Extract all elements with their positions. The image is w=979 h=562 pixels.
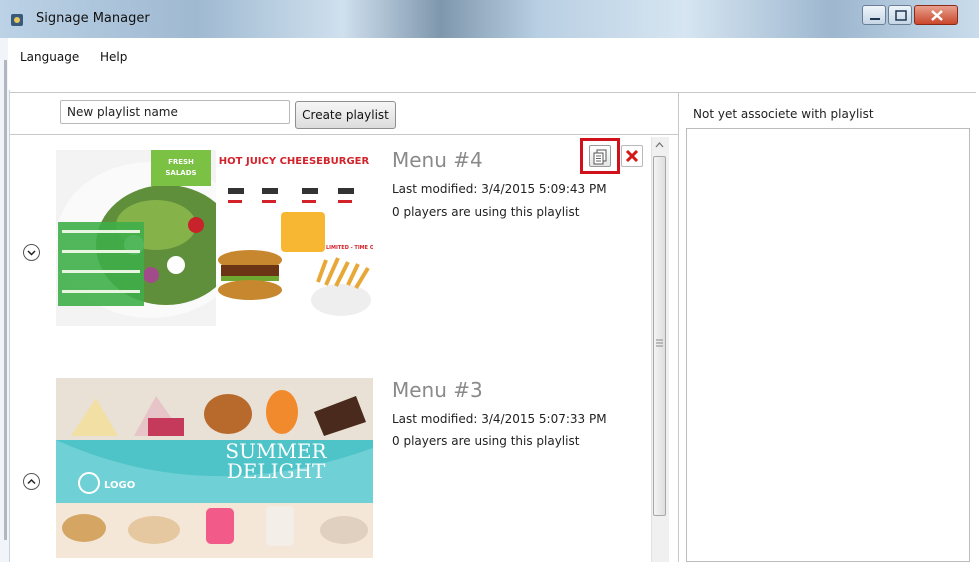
app-icon — [10, 12, 24, 26]
svg-text:HOT JUICY CHEESEBURGER: HOT JUICY CHEESEBURGER — [219, 156, 370, 167]
maximize-button[interactable] — [888, 5, 912, 25]
unassociated-header: Not yet associete with playlist — [693, 107, 874, 121]
svg-text:FRESH: FRESH — [168, 158, 194, 166]
divider — [10, 134, 678, 135]
chevron-up-icon — [27, 478, 36, 485]
playlist-players: 0 players are using this playlist — [392, 434, 580, 448]
menu-help[interactable]: Help — [100, 50, 127, 64]
playlist-name-input[interactable] — [60, 100, 290, 124]
menu-bar — [8, 38, 971, 90]
playlist-name: Menu #4 — [392, 148, 483, 172]
delete-button[interactable] — [621, 145, 643, 167]
minimize-icon — [870, 18, 880, 20]
delete-icon — [625, 149, 639, 163]
playlist-thumbnail[interactable]: SUMMER DELIGHT LOGO — [56, 378, 373, 558]
svg-text:LOGO: LOGO — [104, 480, 135, 491]
collapse-button[interactable] — [23, 473, 40, 490]
playlist-players: 0 players are using this playlist — [392, 205, 580, 219]
scroll-up-arrow-icon — [655, 142, 664, 148]
playlist-thumbnail[interactable]: FRESH SALADS HOT JUICY CHEESEBURGER LIMI… — [56, 150, 373, 326]
copy-button[interactable] — [589, 145, 611, 167]
minimize-button[interactable] — [862, 5, 886, 25]
svg-text:DELIGHT: DELIGHT — [227, 459, 326, 483]
menu-language[interactable]: Language — [20, 50, 79, 64]
chevron-down-icon — [27, 250, 36, 256]
unassociated-list[interactable] — [686, 128, 970, 562]
scroll-grip-icon — [656, 333, 663, 347]
maximize-icon — [895, 10, 907, 21]
scroll-up-button[interactable] — [651, 137, 668, 153]
svg-text:SALADS: SALADS — [165, 169, 196, 177]
copy-icon — [593, 149, 607, 165]
svg-text:LIMITED - TIME OFFER: LIMITED - TIME OFFER — [326, 245, 373, 251]
playlist-name: Menu #3 — [392, 378, 483, 402]
panel-divider — [678, 92, 679, 562]
create-playlist-button[interactable]: Create playlist — [295, 101, 396, 129]
playlist-modified: Last modified: 3/4/2015 5:09:43 PM — [392, 182, 607, 196]
close-button[interactable] — [914, 5, 958, 25]
divider — [10, 92, 976, 93]
expand-button[interactable] — [23, 244, 40, 261]
close-icon — [931, 10, 943, 21]
window-left-shadow — [4, 60, 7, 540]
window-title: Signage Manager — [36, 11, 150, 26]
playlist-modified: Last modified: 3/4/2015 5:07:33 PM — [392, 412, 607, 426]
